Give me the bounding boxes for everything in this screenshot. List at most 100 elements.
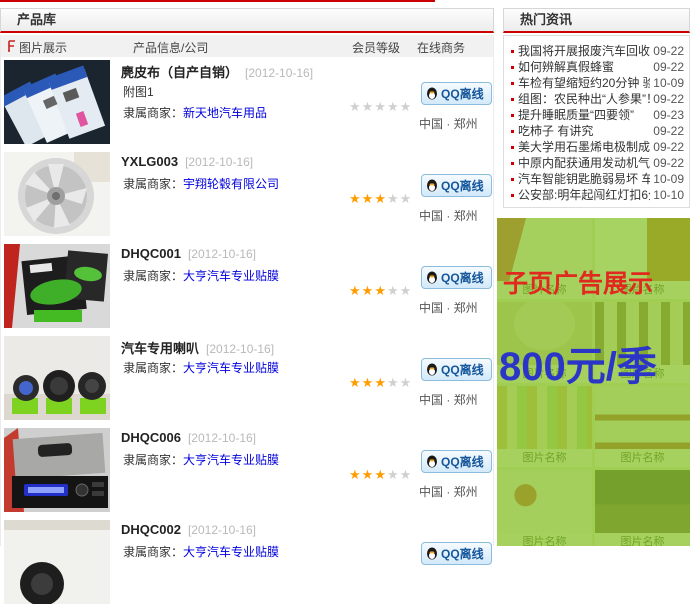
bullet-icon — [511, 82, 514, 85]
bullet-icon — [511, 98, 514, 101]
page-top-accent-line — [0, 0, 435, 2]
suede-cloth-photo — [4, 60, 110, 144]
product-date: [2012-10-16] — [206, 342, 274, 356]
column-header-online-business: 在线商务 — [417, 39, 465, 56]
alloy-wheel-photo — [4, 152, 110, 236]
news-item[interactable]: 吃柿子 有讲究 09-22 — [509, 123, 684, 139]
vendor-link[interactable]: 大亨汽车专业贴膜 — [183, 545, 279, 559]
product-thumbnail[interactable] — [4, 428, 110, 512]
product-row: 麂皮布（自产自销）[2012-10-16] 附图1 隶属商家：新天地汽车用品 ★… — [1, 57, 493, 149]
qq-offline-button[interactable]: QQ离线 — [421, 82, 492, 105]
product-thumbnail[interactable] — [4, 152, 110, 236]
star-filled-icon: ★ — [349, 283, 362, 298]
news-link[interactable]: 如何辨解真假蜂蜜 — [518, 59, 650, 75]
product-location: 中国 · 郑州 — [419, 115, 478, 132]
qq-offline-button[interactable]: QQ离线 — [421, 174, 492, 197]
member-level-stars: ★★★★★ — [349, 375, 412, 391]
product-thumbnail[interactable] — [4, 520, 110, 604]
product-name-link[interactable]: DHQC006[2012-10-16] — [121, 430, 256, 445]
qq-penguin-icon — [426, 363, 438, 376]
product-name: YXLG003 — [121, 154, 178, 169]
news-item[interactable]: 组图：农民种出“人参果”！ 09-22 — [509, 91, 684, 107]
vendor-link[interactable]: 新天地汽车用品 — [183, 106, 267, 120]
sidebar-ad-banner[interactable]: 图片名称 图片名称 图片名称 图片名称 图片名称 图片名称 图片名称 图片名称 — [497, 218, 690, 546]
star-empty-icon: ★ — [387, 191, 400, 206]
vendor-link[interactable]: 大亨汽车专业贴膜 — [183, 453, 279, 467]
news-link[interactable]: 汽车智能钥匙脆弱易坏 车主需 — [518, 171, 650, 187]
product-date: [2012-10-16] — [188, 523, 256, 537]
product-attachment-link[interactable]: 附图1 — [123, 83, 154, 100]
product-name-link[interactable]: 汽车专用喇叭[2012-10-16] — [121, 338, 274, 357]
news-item[interactable]: 如何辨解真假蜂蜜 09-22 — [509, 59, 684, 75]
star-filled-icon: ★ — [374, 283, 387, 298]
news-link[interactable]: 提升睡眠质量“四要领” — [518, 107, 650, 123]
star-empty-icon: ★ — [400, 99, 413, 114]
list-marker-icon — [7, 40, 16, 52]
qq-penguin-icon — [426, 87, 438, 100]
product-location: 中国 · 郑州 — [419, 299, 478, 316]
news-link[interactable]: 组图：农民种出“人参果”！ — [518, 91, 650, 107]
car-film-boxes-photo — [4, 244, 110, 328]
product-thumbnail[interactable] — [4, 336, 110, 420]
star-empty-icon: ★ — [387, 467, 400, 482]
news-date: 10-09 — [653, 75, 684, 91]
product-name: DHQC001 — [121, 246, 181, 261]
news-item[interactable]: 中原内配获通用发动机气缸套 09-22 — [509, 155, 684, 171]
product-location: 中国 · 郑州 — [419, 207, 478, 224]
qq-button-label: QQ离线 — [441, 361, 484, 378]
product-name-link[interactable]: YXLG003[2012-10-16] — [121, 154, 253, 169]
news-link[interactable]: 中原内配获通用发动机气缸套 — [518, 155, 650, 171]
vendor-link[interactable]: 宇翔轮毂有限公司 — [183, 177, 279, 191]
product-thumbnail[interactable] — [4, 60, 110, 144]
news-item[interactable]: 我国将开展报废汽车回收拆解 09-22 — [509, 43, 684, 59]
qq-button-label: QQ离线 — [441, 85, 484, 102]
column-header-member-level: 会员等级 — [352, 39, 400, 56]
vendor-link[interactable]: 大亨汽车专业贴膜 — [183, 361, 279, 375]
qq-button-label: QQ离线 — [441, 453, 484, 470]
news-item[interactable]: 提升睡眠质量“四要领” 09-23 — [509, 107, 684, 123]
news-link[interactable]: 美大学用石墨烯电极制成锂电 — [518, 139, 650, 155]
news-link[interactable]: 公安部:明年起闯红灯扣6分 挡 — [518, 187, 650, 203]
star-empty-icon: ★ — [349, 99, 362, 114]
product-library-panel-header: 产品库 — [0, 8, 494, 33]
star-empty-icon: ★ — [400, 191, 413, 206]
vendor-label: 隶属商家： — [123, 177, 183, 191]
star-filled-icon: ★ — [374, 375, 387, 390]
qq-offline-button[interactable]: QQ离线 — [421, 542, 492, 565]
hot-news-panel-header: 热门资讯 — [503, 8, 690, 33]
hot-news-title: 热门资讯 — [504, 9, 689, 31]
bullet-icon — [511, 194, 514, 197]
news-item[interactable]: 公安部:明年起闯红灯扣6分 挡 10-10 — [509, 187, 684, 203]
car-stereo-photo — [4, 428, 110, 512]
vendor-link[interactable]: 大亨汽车专业贴膜 — [183, 269, 279, 283]
product-vendor-line: 隶属商家：宇翔轮毂有限公司 — [123, 175, 279, 192]
vendor-label: 隶属商家： — [123, 361, 183, 375]
qq-button-label: QQ离线 — [441, 177, 484, 194]
product-vendor-line: 隶属商家：新天地汽车用品 — [123, 104, 267, 121]
product-name-link[interactable]: DHQC002[2012-10-16] — [121, 522, 256, 537]
member-level-stars: ★★★★★ — [349, 99, 412, 115]
product-name-link[interactable]: DHQC001[2012-10-16] — [121, 246, 256, 261]
star-filled-icon: ★ — [349, 375, 362, 390]
qq-offline-button[interactable]: QQ离线 — [421, 266, 492, 289]
news-item[interactable]: 汽车智能钥匙脆弱易坏 车主需 10-09 — [509, 171, 684, 187]
bullet-icon — [511, 130, 514, 133]
news-item[interactable]: 美大学用石墨烯电极制成锂电 09-22 — [509, 139, 684, 155]
qq-offline-button[interactable]: QQ离线 — [421, 450, 492, 473]
news-link[interactable]: 吃柿子 有讲究 — [518, 123, 650, 139]
product-table: 图片展示 产品信息/公司 会员等级 在线商务 — [0, 35, 494, 546]
star-empty-icon: ★ — [362, 99, 375, 114]
news-link[interactable]: 我国将开展报废汽车回收拆解 — [518, 43, 650, 59]
product-thumbnail[interactable] — [4, 244, 110, 328]
news-item[interactable]: 车检有望缩短约20分钟 验车将 10-09 — [509, 75, 684, 91]
qq-penguin-icon — [426, 271, 438, 284]
star-filled-icon: ★ — [374, 467, 387, 482]
product-library-title: 产品库 — [1, 9, 493, 31]
news-date: 09-22 — [653, 155, 684, 171]
product-row: DHQC006[2012-10-16] 隶属商家：大亨汽车专业贴膜 ★★★★★ … — [1, 425, 493, 517]
news-link[interactable]: 车检有望缩短约20分钟 验车将 — [518, 75, 650, 91]
product-name-link[interactable]: 麂皮布（自产自销）[2012-10-16] — [121, 62, 313, 81]
member-level-stars: ★★★★★ — [349, 283, 412, 299]
qq-offline-button[interactable]: QQ离线 — [421, 358, 492, 381]
member-level-stars: ★★★★★ — [349, 467, 412, 483]
